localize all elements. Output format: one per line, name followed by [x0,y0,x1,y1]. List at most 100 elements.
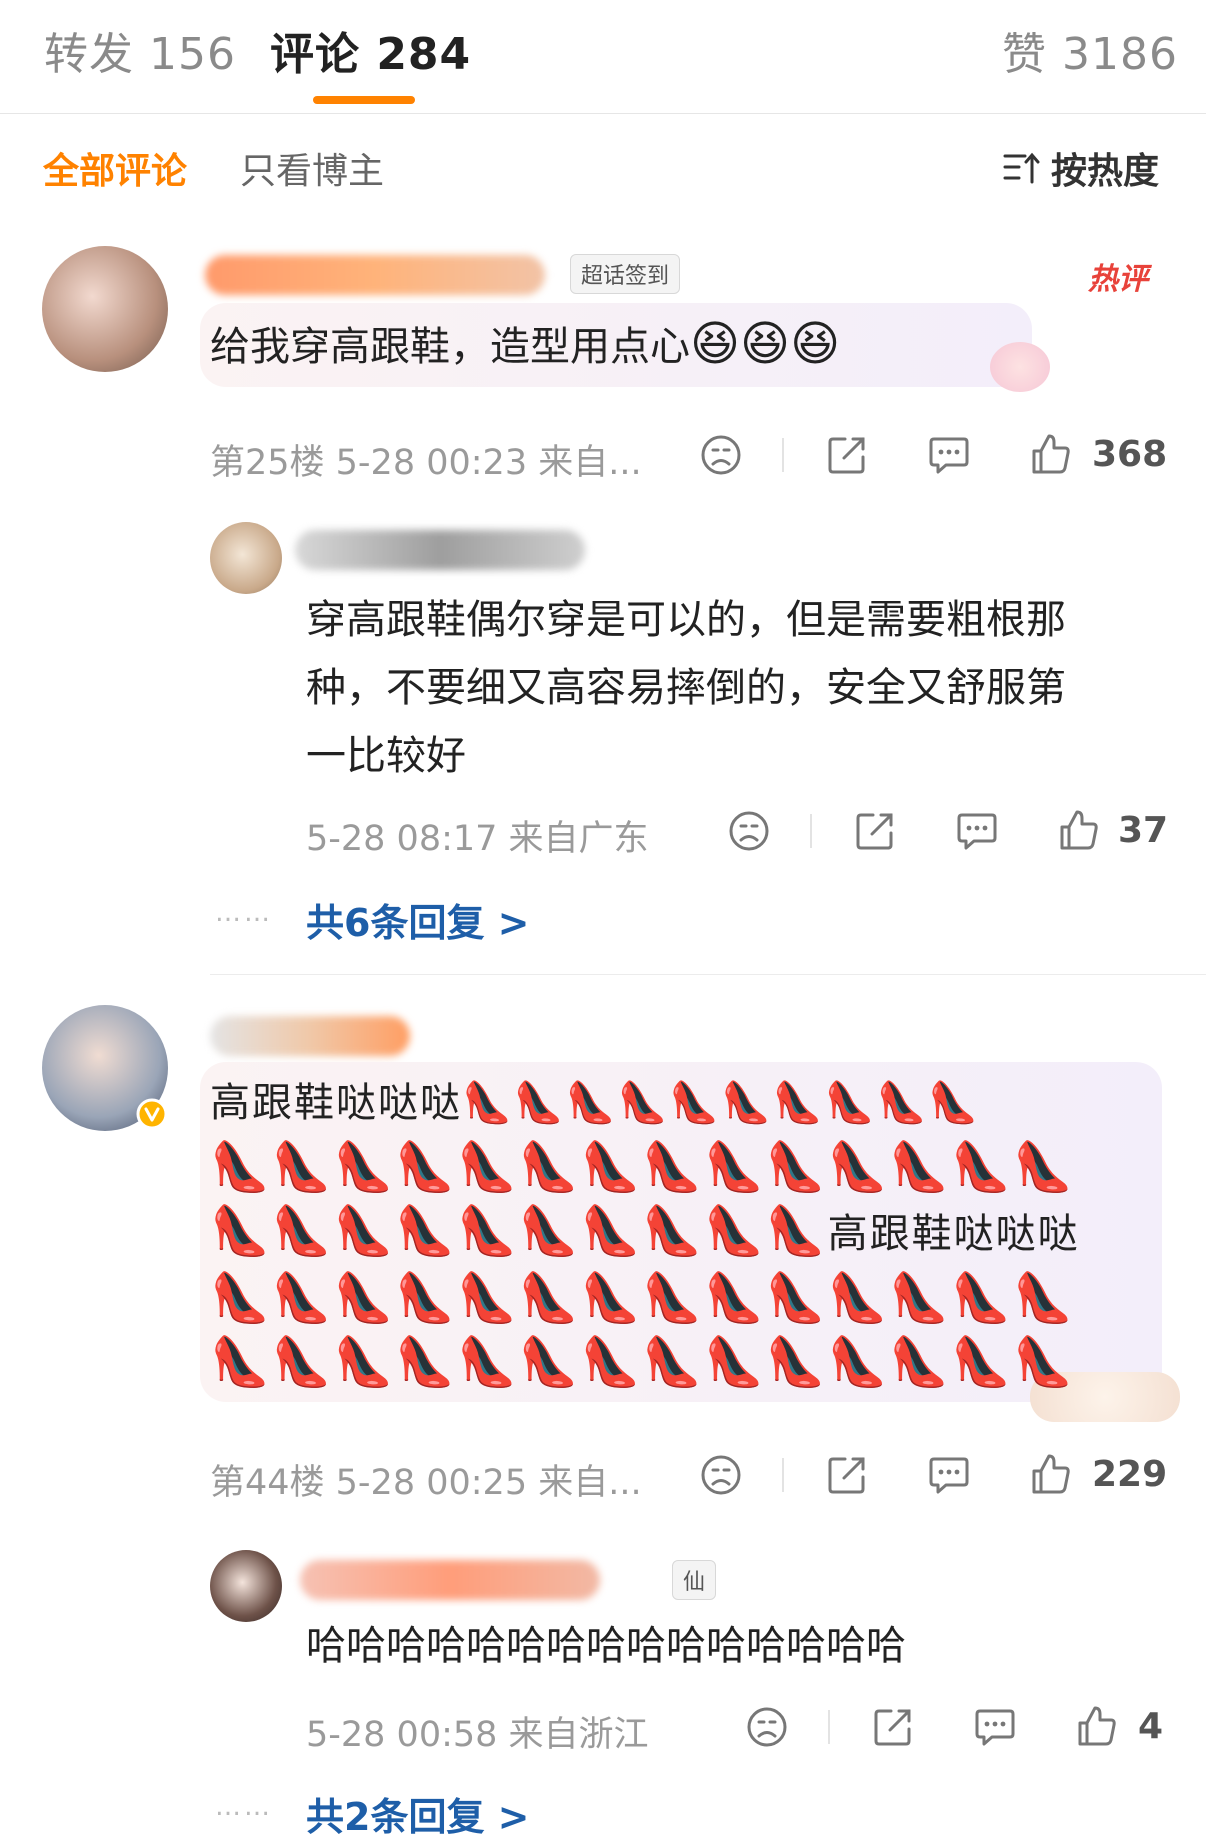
high-heel-emoji: 👠 [580,1270,643,1326]
high-heel-emoji: 👠 [889,1139,952,1195]
reply-meta: 5-28 08:17 来自广东 [306,819,649,859]
sad-face-icon[interactable] [700,434,742,476]
view-replies-link[interactable]: 共2条回复 > [306,1786,530,1841]
comment-icon[interactable] [974,1706,1016,1748]
share-icon[interactable] [826,1454,868,1496]
high-heel-emoji: 👠 [642,1270,705,1326]
high-heel-emoji: 👠 [395,1139,458,1195]
comment-icon[interactable] [928,434,970,476]
high-heel-emoji: 👠 [210,1203,272,1259]
avatar[interactable] [210,522,282,594]
high-heel-emoji: 👠 [772,1080,825,1126]
high-heel-emoji: 👠 [951,1334,1013,1390]
high-heel-emoji: 👠 [271,1203,334,1259]
comment-text: 高跟鞋哒哒哒👠👠👠👠👠👠👠👠👠👠 👠👠👠👠👠👠👠👠👠👠👠👠👠👠 👠👠👠👠👠👠👠👠… [210,1080,1080,1390]
action-separator [828,1710,830,1744]
thumbs-up-icon[interactable] [1076,1704,1118,1748]
thumbs-up-icon[interactable] [1058,808,1100,852]
high-heel-emoji: 👠 [210,1139,272,1195]
high-heel-emoji: 👠 [457,1139,519,1195]
avatar[interactable] [42,246,168,372]
reply-text: 穿高跟鞋偶尔穿是可以的，但是需要粗根那 种，不要细又高容易摔倒的，安全又舒服第 … [306,597,1066,779]
high-heel-emoji: 👠 [580,1139,643,1195]
high-heel-emoji: 👠 [518,1139,581,1195]
high-heel-emoji: 👠 [333,1270,396,1326]
tab-likes[interactable]: 赞 3186 [1002,18,1178,82]
share-icon[interactable] [872,1706,914,1748]
bubble-decoration-icon [990,342,1050,392]
sad-face-icon[interactable] [728,810,770,852]
high-heel-emoji: 👠 [951,1270,1013,1326]
high-heel-emoji: 👠 [333,1203,396,1259]
high-heel-emoji: 👠 [824,1080,877,1126]
high-heel-emoji: 👠 [889,1334,952,1390]
high-heel-emoji: 👠 [513,1080,566,1126]
thumbs-up-icon[interactable] [1030,432,1072,476]
high-heel-emoji: 👠 [580,1203,643,1259]
high-heel-emoji: 👠 [580,1334,643,1390]
high-heel-emoji: 👠 [518,1203,581,1259]
share-icon[interactable] [826,434,868,476]
more-dots: …… [215,898,273,928]
username-blurred[interactable] [205,255,545,295]
high-heel-emoji: 👠 [210,1334,272,1390]
super-topic-badge: 超话签到 [570,254,681,294]
high-heel-emoji: 👠 [457,1270,519,1326]
sort-label: 按热度 [1051,151,1160,192]
tab-comments[interactable]: 评论 284 [270,18,471,82]
like-count: 37 [1118,810,1169,851]
high-heel-emoji: 👠 [704,1270,766,1326]
username-blurred[interactable] [300,1560,600,1600]
reply-text: 哈哈哈哈哈哈哈哈哈哈哈哈哈哈哈 [306,1623,906,1669]
high-heel-emoji: 👠 [827,1334,890,1390]
high-heel-emoji: 👠 [765,1203,828,1259]
action-separator [782,438,784,472]
high-heel-emoji: 👠 [765,1139,828,1195]
comment-icon[interactable] [928,1454,970,1496]
high-heel-emoji: 👠 [333,1139,396,1195]
active-tab-indicator [313,96,415,104]
high-heel-emoji: 👠 [765,1270,828,1326]
high-heel-emoji: 👠 [721,1080,773,1126]
emoji-grin: 😆😆😆 [690,316,841,372]
high-heel-emoji: 👠 [271,1139,334,1195]
high-heel-emoji: 👠 [669,1080,722,1126]
filter-all-comments[interactable]: 全部评论 [43,142,187,194]
high-heel-emoji: 👠 [642,1203,705,1259]
avatar[interactable] [210,1550,282,1622]
thumbs-up-icon[interactable] [1030,1452,1072,1496]
more-dots: …… [215,1792,273,1822]
sad-face-icon[interactable] [746,1706,788,1748]
high-heel-emoji: 👠 [457,1203,519,1259]
comment-text: 给我穿高跟鞋，造型用点心😆😆😆 [210,316,841,372]
high-heel-emoji: 👠 [518,1334,581,1390]
high-heel-emoji: 👠 [617,1080,670,1126]
high-heel-emoji: 👠 [518,1270,581,1326]
action-separator [810,814,812,848]
comment-icon[interactable] [956,810,998,852]
username-blurred[interactable] [295,530,585,570]
high-heel-emoji: 👠 [395,1334,458,1390]
sad-face-icon[interactable] [700,1454,742,1496]
view-replies-link[interactable]: 共6条回复 > [306,892,530,947]
high-heel-emoji: 👠 [704,1334,766,1390]
like-count: 368 [1092,434,1168,475]
sort-button[interactable]: 按热度 [1003,142,1159,194]
divider [0,113,1206,114]
tab-repost[interactable]: 转发 156 [44,18,236,82]
filter-author-only[interactable]: 只看博主 [240,142,384,194]
username-blurred[interactable] [210,1016,410,1056]
high-heel-emoji: 👠 [827,1270,890,1326]
user-badge: 仙 [672,1560,717,1600]
high-heel-emoji: 👠 [876,1080,929,1126]
high-heel-emoji: 👠 [271,1334,334,1390]
high-heel-emoji: 👠 [642,1334,705,1390]
share-icon[interactable] [854,810,896,852]
comment-meta: 第44楼 5-28 00:25 来自... [210,1463,642,1503]
verified-v-icon [136,1098,168,1130]
hot-comment-label: 热评 [1088,262,1148,297]
high-heel-emoji: 👠 [210,1270,272,1326]
high-heel-emoji: 👠 [642,1139,705,1195]
high-heel-emoji: 👠 [395,1270,458,1326]
high-heel-emoji: 👠 [1012,1270,1075,1326]
